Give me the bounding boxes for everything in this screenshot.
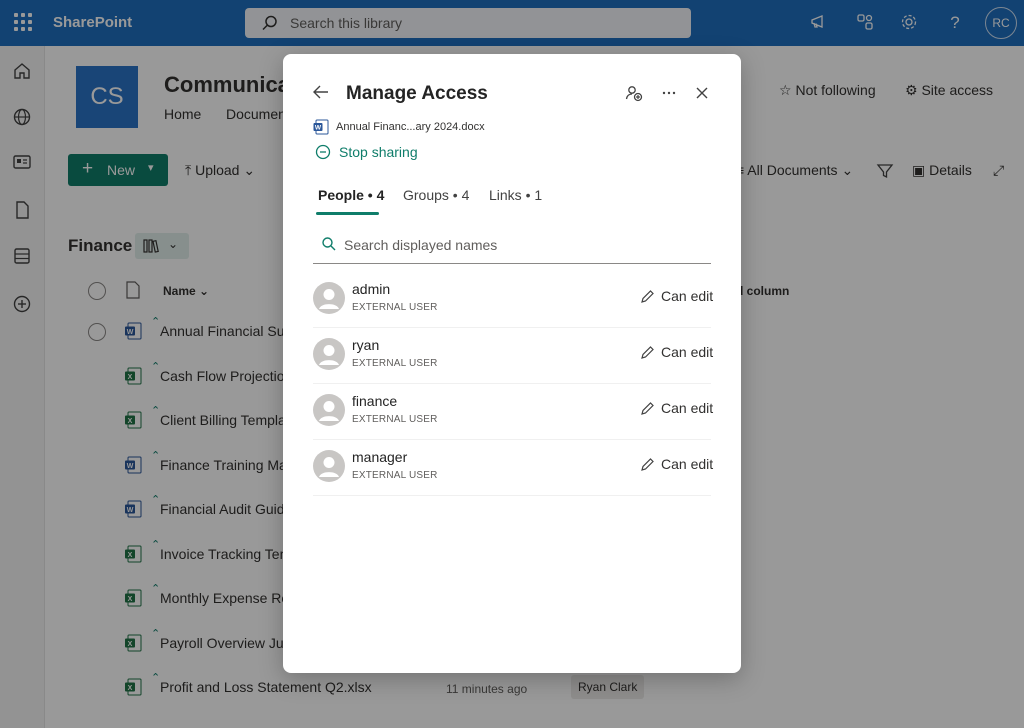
person-type: EXTERNAL USER bbox=[352, 302, 438, 313]
active-tab-indicator bbox=[316, 212, 379, 215]
person-name: ryan bbox=[352, 337, 380, 353]
person-type: EXTERNAL USER bbox=[352, 414, 438, 425]
svg-text:W: W bbox=[315, 125, 322, 132]
person-name: finance bbox=[352, 393, 398, 409]
person-type: EXTERNAL USER bbox=[352, 358, 438, 369]
person-row: admin EXTERNAL USER Can edit bbox=[313, 272, 714, 328]
person-name: manager bbox=[352, 449, 408, 465]
people-search-input[interactable]: Search displayed names bbox=[313, 230, 711, 264]
pencil-icon bbox=[641, 402, 654, 415]
search-icon bbox=[322, 237, 336, 251]
pencil-icon bbox=[641, 290, 654, 303]
permission-label: Can edit bbox=[661, 400, 714, 416]
manage-access-dialog: Manage Access W Annual Financ...ary 2024… bbox=[283, 54, 741, 673]
tab-people[interactable]: People • 4 bbox=[318, 187, 384, 203]
person-avatar-icon bbox=[313, 450, 345, 482]
permission-label: Can edit bbox=[661, 344, 714, 360]
person-row: manager EXTERNAL USER Can edit bbox=[313, 440, 714, 496]
people-search-placeholder: Search displayed names bbox=[344, 237, 498, 253]
more-options-icon[interactable] bbox=[659, 83, 679, 103]
tab-links[interactable]: Links • 1 bbox=[489, 187, 542, 203]
stop-sharing-label: Stop sharing bbox=[339, 144, 418, 160]
shared-file-name: Annual Financ...ary 2024.docx bbox=[336, 121, 485, 133]
permission-label: Can edit bbox=[661, 288, 714, 304]
close-icon[interactable] bbox=[692, 83, 712, 103]
person-row: finance EXTERNAL USER Can edit bbox=[313, 384, 714, 440]
pencil-icon bbox=[641, 458, 654, 471]
person-avatar-icon bbox=[313, 338, 345, 370]
dialog-title: Manage Access bbox=[346, 83, 488, 104]
person-avatar-icon bbox=[313, 394, 345, 426]
permission-label: Can edit bbox=[661, 456, 714, 472]
minus-circle-icon bbox=[315, 144, 331, 160]
pencil-icon bbox=[641, 346, 654, 359]
person-type: EXTERNAL USER bbox=[352, 470, 438, 481]
word-file-icon: W bbox=[313, 119, 329, 135]
add-people-icon[interactable] bbox=[624, 83, 644, 103]
person-avatar-icon bbox=[313, 282, 345, 314]
tab-groups[interactable]: Groups • 4 bbox=[403, 187, 469, 203]
person-row: ryan EXTERNAL USER Can edit bbox=[313, 328, 714, 384]
back-arrow-icon[interactable] bbox=[311, 82, 331, 102]
person-name: admin bbox=[352, 281, 391, 297]
